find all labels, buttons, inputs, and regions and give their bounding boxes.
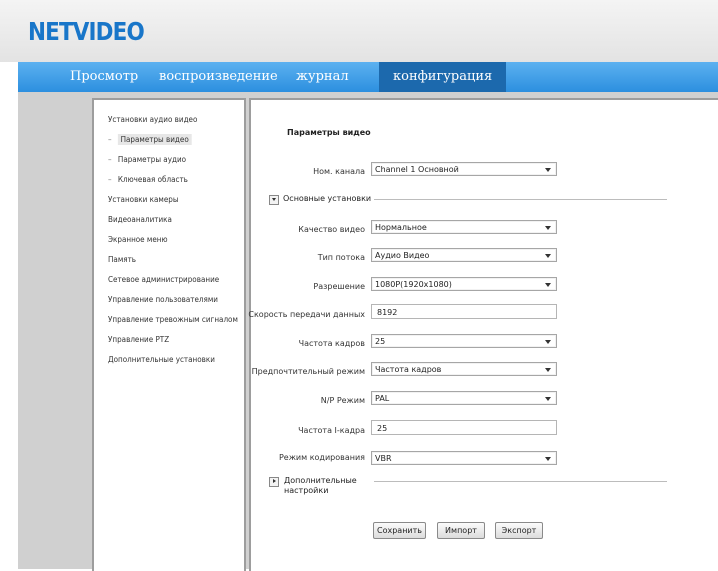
page-title: Параметры видео [287, 128, 371, 137]
chevron-down-icon [545, 254, 551, 258]
nav-tab-preview[interactable]: Просмотр [70, 62, 138, 92]
preferred-mode-label: Предпочтительный режим [251, 367, 365, 376]
save-button[interactable]: Сохранить [373, 522, 426, 539]
encoding-label: Режим кодирования [278, 453, 365, 462]
np-mode-label: N/P Режим [320, 396, 365, 405]
bitrate-label: Скорость передачи данных [248, 310, 365, 319]
nav-tab-log[interactable]: журнал [296, 62, 349, 92]
netvideo-logo: NETVIDEO [28, 17, 145, 46]
chevron-down-icon [545, 283, 551, 287]
chevron-down-icon [545, 226, 551, 230]
fps-select[interactable]: 25 [371, 334, 557, 348]
resolution-select[interactable]: 1080P(1920x1080) [371, 277, 557, 291]
np-mode-select[interactable]: PAL [371, 391, 557, 405]
basic-settings-header: Основные установки [283, 194, 372, 203]
section-divider [374, 199, 667, 200]
chevron-down-icon [545, 340, 551, 344]
fps-label: Частота кадров [298, 339, 365, 348]
quality-select[interactable]: Нормальное [371, 220, 557, 234]
sidebar-item-users[interactable]: Управление пользователями [108, 295, 218, 304]
sidebar-item-network[interactable]: Сетевое администрирование [108, 275, 219, 284]
sidebar-item-av-settings[interactable]: Установки аудио видео [108, 115, 197, 124]
chevron-down-icon [545, 397, 551, 401]
export-button[interactable]: Экспорт [495, 522, 543, 539]
quality-label: Качество видео [298, 225, 365, 234]
import-button[interactable]: Импорт [437, 522, 485, 539]
sidebar-item-audio-params[interactable]: – Параметры аудио [108, 155, 186, 164]
channel-label: Ном. канала [313, 167, 365, 176]
top-header: NETVIDEO [0, 0, 718, 62]
nav-tab-playback[interactable]: воспроизведение [159, 62, 278, 92]
advanced-settings-header: Дополнительные настройки [284, 476, 357, 496]
chevron-down-icon [272, 198, 276, 201]
chevron-down-icon [545, 168, 551, 172]
sidebar-item-camera-settings[interactable]: Установки камеры [108, 195, 179, 204]
chevron-right-icon [273, 479, 276, 483]
tree-dash-icon: – [108, 175, 112, 184]
preferred-mode-select[interactable]: Частота кадров [371, 362, 557, 376]
stream-type-select[interactable]: Аудио Видео [371, 248, 557, 262]
tree-dash-icon: – [108, 135, 112, 144]
chevron-down-icon [545, 457, 551, 461]
chevron-down-icon [545, 368, 551, 372]
encoding-select[interactable]: VBR [371, 451, 557, 465]
resolution-label: Разрешение [313, 282, 365, 291]
iframe-label: Частота I-кадра [298, 426, 365, 435]
sidebar-item-storage[interactable]: Память [108, 255, 136, 264]
sidebar-item-video-params[interactable]: – Параметры видео [108, 134, 192, 145]
section-divider [374, 481, 667, 482]
tree-dash-icon: – [108, 155, 112, 164]
sidebar-item-video-analytics[interactable]: Видеоаналитика [108, 215, 172, 224]
iframe-input[interactable]: 25 [371, 420, 557, 435]
nav-tab-configuration[interactable]: конфигурация [379, 62, 507, 92]
advanced-settings-line2: настройки [284, 486, 329, 495]
sidebar-item-advanced[interactable]: Дополнительные установки [108, 355, 215, 364]
advanced-settings-line1: Дополнительные [284, 476, 357, 485]
sidebar-item-roi[interactable]: – Ключевая область [108, 175, 188, 184]
sidebar-item-ptz[interactable]: Управление PTZ [108, 335, 169, 344]
channel-select[interactable]: Channel 1 Основной [371, 162, 557, 176]
main-nav-bar: Просмотр воспроизведение журнал конфигур… [18, 62, 718, 92]
sidebar-item-alarm[interactable]: Управление тревожным сигналом [108, 315, 238, 324]
bitrate-input[interactable]: 8192 [371, 304, 557, 319]
config-sidebar: Установки аудио видео – Параметры видео –… [92, 98, 246, 571]
stream-type-label: Тип потока [317, 253, 365, 262]
sidebar-item-osd[interactable]: Экранное меню [108, 235, 168, 244]
